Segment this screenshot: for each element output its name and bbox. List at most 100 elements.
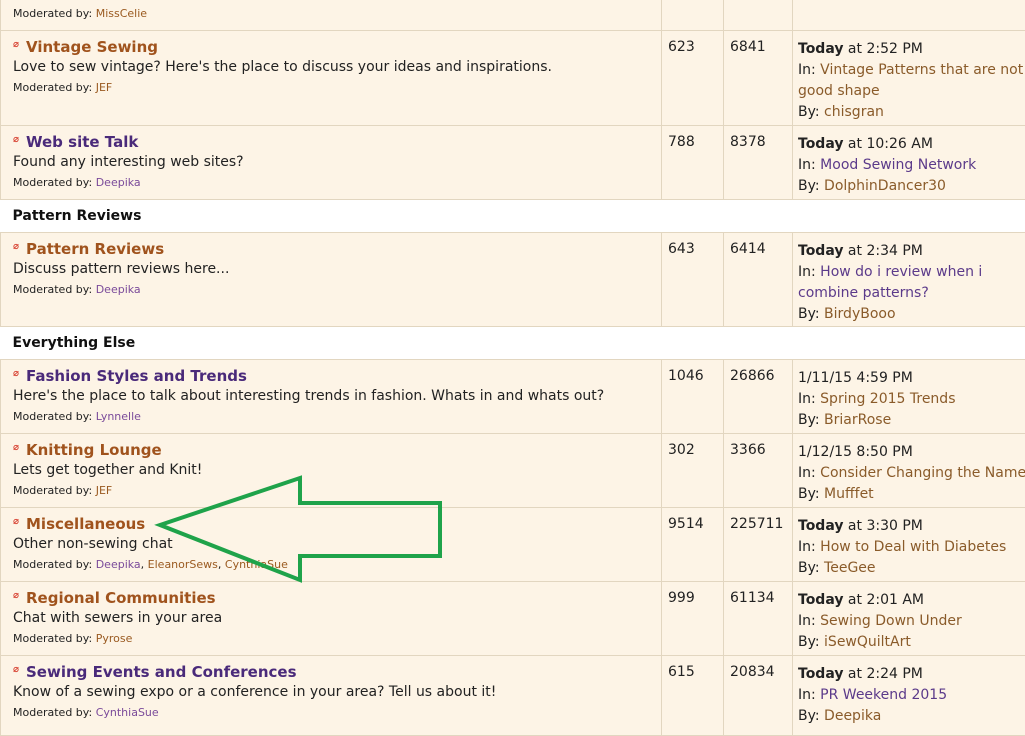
moderators-label: Moderated by: bbox=[13, 283, 92, 296]
last-post-day: Today bbox=[798, 136, 843, 152]
last-post-topic: In: Consider Changing the Name bbox=[798, 463, 1025, 484]
post-count: 20834 bbox=[724, 656, 792, 680]
moderator-link[interactable]: Lynnelle bbox=[96, 410, 141, 423]
last-post-topic-link[interactable]: How do i review when i combine patterns? bbox=[798, 264, 982, 301]
last-post-author-link[interactable]: iSewQuiltArt bbox=[824, 634, 911, 650]
posts-cell: 61134 bbox=[724, 582, 793, 656]
moderator-link[interactable]: MissCelie bbox=[96, 7, 147, 20]
moderator-link[interactable]: CynthiaSue bbox=[96, 706, 159, 719]
last-post-topic: In: How do i review when i combine patte… bbox=[798, 262, 1025, 304]
last-post-author: By: BriarRose bbox=[798, 410, 1025, 431]
posts-cell: 6841 bbox=[724, 31, 793, 126]
last-post-author-link[interactable]: chisgran bbox=[824, 104, 884, 120]
last-post-info: 1/11/15 4:59 PMIn: Spring 2015 TrendsBy:… bbox=[793, 360, 1025, 431]
moderator-link[interactable]: Deepika bbox=[96, 558, 141, 571]
last-post-time: Today at 2:01 AM bbox=[798, 590, 1025, 611]
last-post-author-link[interactable]: DolphinDancer30 bbox=[824, 178, 946, 194]
moderators: Moderated by: Deepika bbox=[13, 176, 661, 190]
new-posts-icon[interactable]: ⌀ bbox=[13, 587, 23, 597]
board-link[interactable]: Web site Talk bbox=[26, 133, 138, 151]
last-post-info: Today at 2:24 PMIn: PR Weekend 2015By: D… bbox=[793, 656, 1025, 727]
last-post-topic: In: Spring 2015 Trends bbox=[798, 389, 1025, 410]
moderators-label: Moderated by: bbox=[13, 410, 92, 423]
last-post-topic-link[interactable]: Vintage Patterns that are not in good sh… bbox=[798, 62, 1025, 99]
last-post-topic-link[interactable]: Mood Sewing Network bbox=[820, 157, 976, 173]
last-post-in-label: In: bbox=[798, 539, 820, 555]
last-post-day: Today bbox=[798, 666, 843, 682]
last-post-topic: In: How to Deal with Diabetes bbox=[798, 537, 1025, 558]
last-post-clock: at 2:24 PM bbox=[843, 666, 922, 682]
last-post-info: Today at 2:52 PMIn: Vintage Patterns tha… bbox=[793, 31, 1025, 123]
last-post-author: By: DolphinDancer30 bbox=[798, 176, 1025, 197]
board-link[interactable]: Vintage Sewing bbox=[26, 38, 158, 56]
board-description: Love to sew vintage? Here's the place to… bbox=[13, 59, 661, 76]
last-post-info: Today at 2:01 AMIn: Sewing Down UnderBy:… bbox=[793, 582, 1025, 653]
last-post-author-link[interactable]: Mufffet bbox=[824, 486, 874, 502]
last-post-cell: Today at 10:26 AMIn: Mood Sewing Network… bbox=[793, 126, 1025, 200]
last-post-time: Today at 2:34 PM bbox=[798, 241, 1025, 262]
board-description: Found any interesting web sites? bbox=[13, 154, 661, 171]
board-link[interactable]: Regional Communities bbox=[26, 589, 216, 607]
last-post-info: Today at 10:26 AMIn: Mood Sewing Network… bbox=[793, 126, 1025, 197]
new-posts-icon[interactable]: ⌀ bbox=[13, 661, 23, 671]
posts-cell: 20834 bbox=[724, 656, 793, 736]
last-post-clock: at 10:26 AM bbox=[843, 136, 932, 152]
board-link[interactable]: Miscellaneous bbox=[26, 515, 145, 533]
new-posts-icon[interactable]: ⌀ bbox=[13, 238, 23, 248]
last-post-author: By: TeeGee bbox=[798, 558, 1025, 579]
moderator-link[interactable]: JEF bbox=[96, 81, 113, 94]
board-cell: Moderated by: MissCelie bbox=[1, 0, 662, 31]
last-post-by-label: By: bbox=[798, 412, 824, 428]
board-link[interactable]: Sewing Events and Conferences bbox=[26, 663, 297, 681]
last-post-time: Today at 3:30 PM bbox=[798, 516, 1025, 537]
last-post-topic-link[interactable]: How to Deal with Diabetes bbox=[820, 539, 1006, 555]
moderator-link[interactable]: CynthiaSue bbox=[225, 558, 288, 571]
board-link[interactable]: Fashion Styles and Trends bbox=[26, 367, 247, 385]
category-title[interactable]: Pattern Reviews bbox=[1, 200, 1025, 224]
last-post-clock: at 3:30 PM bbox=[843, 518, 922, 534]
board-link[interactable]: Pattern Reviews bbox=[26, 240, 164, 258]
moderator-link[interactable]: JEF bbox=[96, 484, 113, 497]
last-post-author-link[interactable]: TeeGee bbox=[824, 560, 875, 576]
last-post-by-label: By: bbox=[798, 486, 824, 502]
topic-count: 9514 bbox=[662, 508, 723, 532]
last-post-topic-link[interactable]: Consider Changing the Name bbox=[820, 465, 1025, 481]
topics-cell: 999 bbox=[662, 582, 724, 656]
last-post-topic: In: PR Weekend 2015 bbox=[798, 685, 1025, 706]
new-posts-icon[interactable]: ⌀ bbox=[13, 365, 23, 375]
moderator-link[interactable]: Deepika bbox=[96, 176, 141, 189]
last-post-author: By: iSewQuiltArt bbox=[798, 632, 1025, 653]
last-post-author-link[interactable]: BirdyBooo bbox=[824, 306, 895, 322]
category-title[interactable]: Everything Else bbox=[1, 327, 1025, 351]
last-post-day: Today bbox=[798, 592, 843, 608]
last-post-topic-link[interactable]: Sewing Down Under bbox=[820, 613, 962, 629]
moderators: Moderated by: CynthiaSue bbox=[13, 706, 661, 720]
topics-cell: 643 bbox=[662, 233, 724, 327]
board-link[interactable]: Knitting Lounge bbox=[26, 441, 162, 459]
moderator-link[interactable]: EleanorSews bbox=[148, 558, 218, 571]
last-post-topic: In: Vintage Patterns that are not in goo… bbox=[798, 60, 1025, 102]
last-post-cell: 1/12/15 8:50 PMIn: Consider Changing the… bbox=[793, 434, 1025, 508]
last-post-day: Today bbox=[798, 41, 843, 57]
new-posts-icon[interactable]: ⌀ bbox=[13, 513, 23, 523]
board-description: Here's the place to talk about interesti… bbox=[13, 388, 661, 405]
board-cell: ⌀Pattern Reviews Discuss pattern reviews … bbox=[1, 233, 662, 327]
last-post-topic-link[interactable]: Spring 2015 Trends bbox=[820, 391, 955, 407]
board-description: Discuss pattern reviews here... bbox=[13, 261, 661, 278]
last-post-in-label: In: bbox=[798, 687, 820, 703]
moderator-link[interactable]: Pyrose bbox=[96, 632, 133, 645]
last-post-author-link[interactable]: BriarRose bbox=[824, 412, 891, 428]
last-post-topic: In: Sewing Down Under bbox=[798, 611, 1025, 632]
board-description: Know of a sewing expo or a conference in… bbox=[13, 684, 661, 701]
last-post-in-label: In: bbox=[798, 613, 820, 629]
new-posts-icon[interactable]: ⌀ bbox=[13, 439, 23, 449]
moderator-link[interactable]: Deepika bbox=[96, 283, 141, 296]
last-post-topic-link[interactable]: PR Weekend 2015 bbox=[820, 687, 947, 703]
new-posts-icon[interactable]: ⌀ bbox=[13, 36, 23, 46]
board-cell: ⌀Web site Talk Found any interesting web … bbox=[1, 126, 662, 200]
new-posts-icon[interactable]: ⌀ bbox=[13, 131, 23, 141]
last-post-clock: at 2:01 AM bbox=[843, 592, 924, 608]
post-count: 3366 bbox=[724, 434, 792, 458]
topics-cell: 302 bbox=[662, 434, 724, 508]
category-cell: Pattern Reviews bbox=[1, 200, 1025, 233]
